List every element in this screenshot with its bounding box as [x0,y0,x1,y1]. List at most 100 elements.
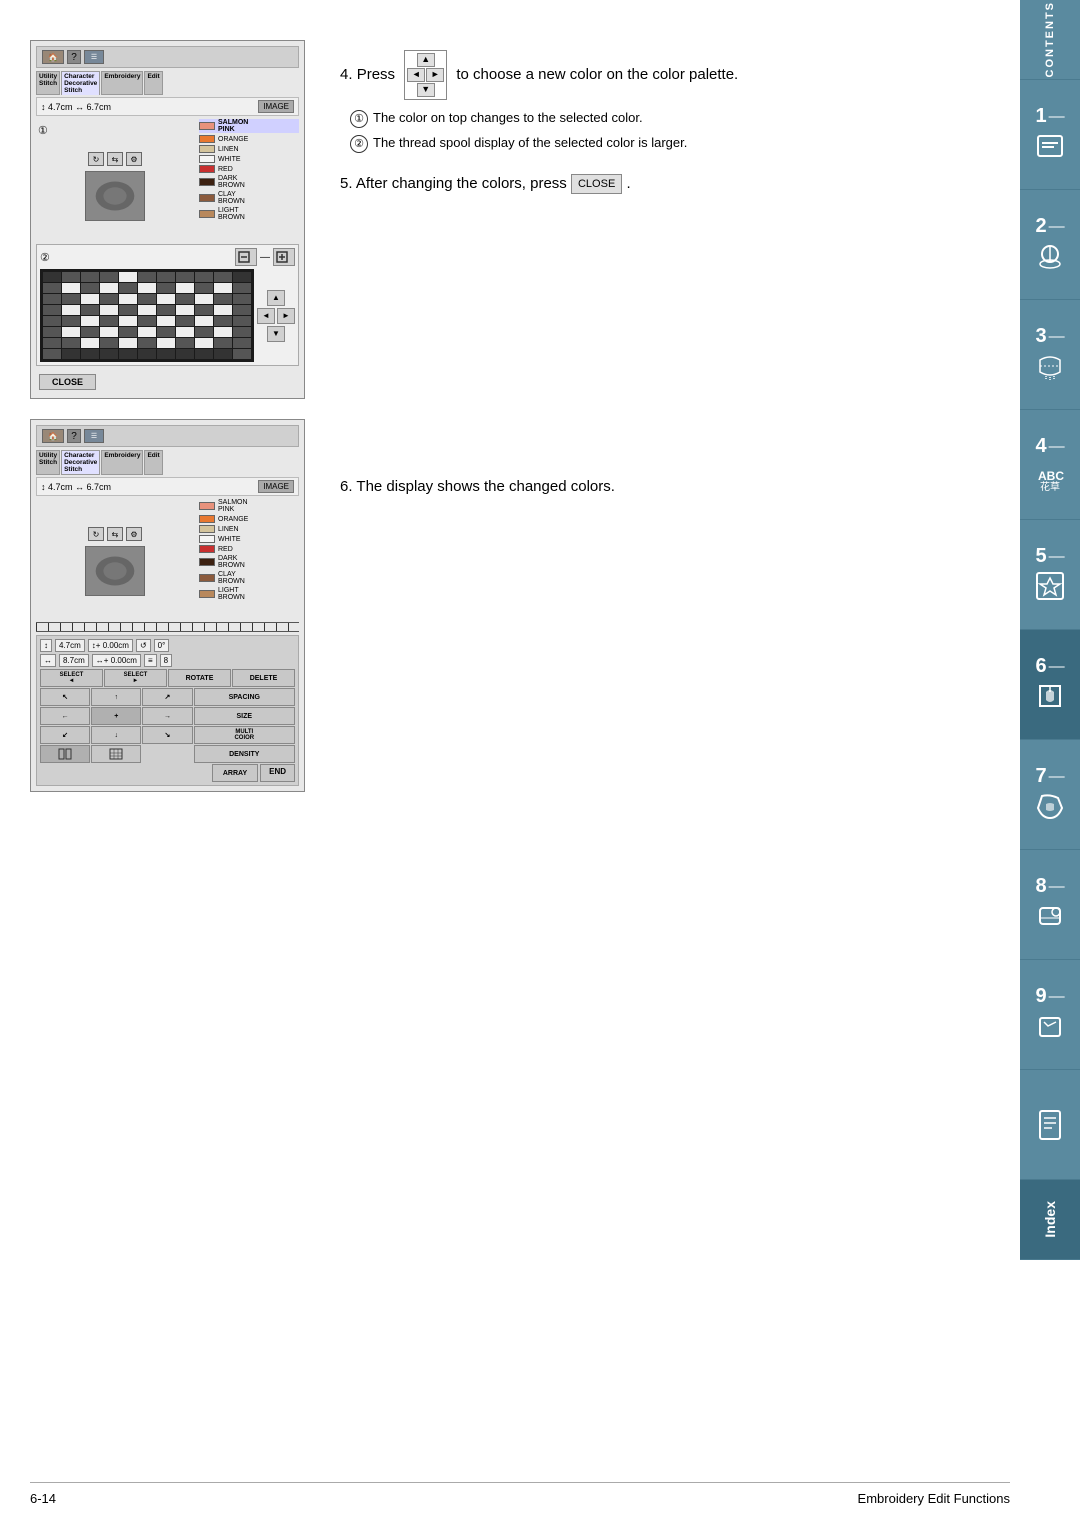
move-se-btn[interactable]: ↘ [142,726,192,744]
zoom-out-btn[interactable] [235,248,257,266]
bottom-image-button[interactable]: IMAGE [258,480,294,493]
color-row-light-brown[interactable]: LIGHTBROWN [199,207,299,221]
tab-5-number: 5 [1035,545,1046,568]
color-row-red[interactable]: RED [199,165,299,173]
grid-cell [43,294,61,304]
color-row-orange[interactable]: ORANGE [199,135,299,143]
step-6-content: The display shows the changed colors. [356,478,614,495]
spacing-btn[interactable]: SPACING [194,688,295,706]
select-left-btn[interactable]: SELECT ◄ [40,669,103,687]
tab-note[interactable] [1020,1070,1080,1180]
array-btn[interactable]: ARRAY [212,764,258,782]
swatch-orange [199,135,215,143]
bottom-flip-icon[interactable]: ⇆ [107,527,123,541]
tab-8[interactable]: 8 — [1020,850,1080,960]
nav-down-btn[interactable]: ▼ [267,326,285,342]
settings-icon[interactable]: ⚙ [126,152,142,166]
color-row-dark-brown[interactable]: DARKBROWN [199,175,299,189]
tab-3[interactable]: 3 — [1020,300,1080,410]
grid-cell [100,305,118,315]
density-btn[interactable]: DENSITY [194,745,295,763]
color-row-salmon[interactable]: SALMONPINK [199,119,299,133]
main-content: 🏠 ? ☰ UtilityStitch CharacterDecorativeS… [0,0,1015,822]
nav-right-btn[interactable]: ► [277,308,295,324]
grid-view-btn[interactable] [91,745,141,763]
color-row-linen[interactable]: LINEN [199,145,299,153]
color-row-white[interactable]: WHITE [199,155,299,163]
tab-5-dash: — [1049,548,1065,566]
tab-character[interactable]: CharacterDecorativeStitch [61,71,100,95]
embroidery-grid-section: ② — [36,244,299,366]
bottom-color-clay-brown[interactable]: CLAYBROWN [199,571,299,585]
page-view-btn[interactable] [40,745,90,763]
bottom-color-orange[interactable]: ORANGE [199,515,299,523]
move-sw-btn[interactable]: ↙ [40,726,90,744]
nav-up-btn[interactable]: ▲ [267,290,285,306]
tab-utility[interactable]: UtilityStitch [36,71,60,95]
grid-cell [43,349,61,359]
grid-cell [157,316,175,326]
tab-9[interactable]: 9 — [1020,960,1080,1070]
move-ne-btn[interactable]: ↗ [142,688,192,706]
bottom-color-linen[interactable]: LINEN [199,525,299,533]
close-button[interactable]: CLOSE [39,374,96,390]
bottom-rotate-icon[interactable]: ↻ [88,527,104,541]
grid-cell [157,305,175,315]
nav-left-btn[interactable]: ◄ [257,308,275,324]
bottom-tab-embroidery[interactable]: Embroidery [101,450,143,475]
tab-edit[interactable]: Edit [144,71,162,95]
bottom-color-white[interactable]: WHITE [199,535,299,543]
tab-5[interactable]: 5 — [1020,520,1080,630]
grid-cell [62,272,80,282]
grid-cell [157,349,175,359]
panels-column: 🏠 ? ☰ UtilityStitch CharacterDecorativeS… [30,40,310,792]
move-s-btn[interactable]: ↓ [91,726,141,744]
tab-2[interactable]: 2 — [1020,190,1080,300]
note-circle-2: ② [350,135,368,153]
bottom-tab-utility[interactable]: UtilityStitch [36,450,60,475]
image-button[interactable]: IMAGE [258,100,294,113]
move-center-btn[interactable]: + [91,707,141,725]
bottom-color-dark-brown[interactable]: DARKBROWN [199,555,299,569]
bottom-settings-icon[interactable]: ⚙ [126,527,142,541]
size-btn[interactable]: SIZE [194,707,295,725]
tab-6[interactable]: 6 — [1020,630,1080,740]
color-row-clay-brown[interactable]: CLAYBROWN [199,191,299,205]
bottom-swatch-clay-brown [199,574,215,582]
step-5-end: . [626,175,630,192]
delete-btn[interactable]: DELETE [232,669,295,687]
end-btn[interactable]: END [260,764,295,782]
density-row: DENSITY [40,745,295,763]
tab-index[interactable]: Index [1020,1180,1080,1260]
bottom-tab-character[interactable]: CharacterDecorativeStitch [61,450,100,475]
grid-cell [233,294,251,304]
flip-icon[interactable]: ⇆ [107,152,123,166]
grid-cell [81,305,99,315]
select-right-btn[interactable]: SELECT ► [104,669,167,687]
tab-contents[interactable]: CONTENTS [1020,0,1080,80]
rotate-cw-icon[interactable]: ↻ [88,152,104,166]
tab-4[interactable]: 4 — ABC 花草 [1020,410,1080,520]
bottom-color-red[interactable]: RED [199,545,299,553]
bottom-color-salmon[interactable]: SALMONPINK [199,499,299,513]
rotate-btn[interactable]: ROTATE [168,669,231,687]
tab-embroidery[interactable]: Embroidery [101,71,143,95]
bottom-tab-edit[interactable]: Edit [144,450,162,475]
tab-7[interactable]: 7 — [1020,740,1080,850]
move-nw-btn[interactable]: ↖ [40,688,90,706]
close-button-container: CLOSE [36,371,299,393]
zoom-in-btn[interactable] [273,248,295,266]
meas-row-2: ↔ 8.7cm ↔+ 0.00cm ≡ 8 [40,654,295,667]
meas-angle: 0° [154,639,170,652]
move-n-btn[interactable]: ↑ [91,688,141,706]
panel-icon-1: 🏠 [42,50,64,64]
bottom-color-light-brown[interactable]: LIGHTBROWN [199,587,299,601]
multi-color-btn[interactable]: MULTI COlOR [194,726,295,744]
tab-1[interactable]: 1 — [1020,80,1080,190]
move-w-btn[interactable]: ← [40,707,90,725]
panel-header-top: 🏠 ? ☰ [36,46,299,68]
bottom-measurements: ↕ 4.7cm ↔ 6.7cm IMAGE [36,477,299,496]
grid-cell [195,349,213,359]
color-name-salmon: SALMONPINK [218,119,248,133]
move-e-btn[interactable]: → [142,707,192,725]
